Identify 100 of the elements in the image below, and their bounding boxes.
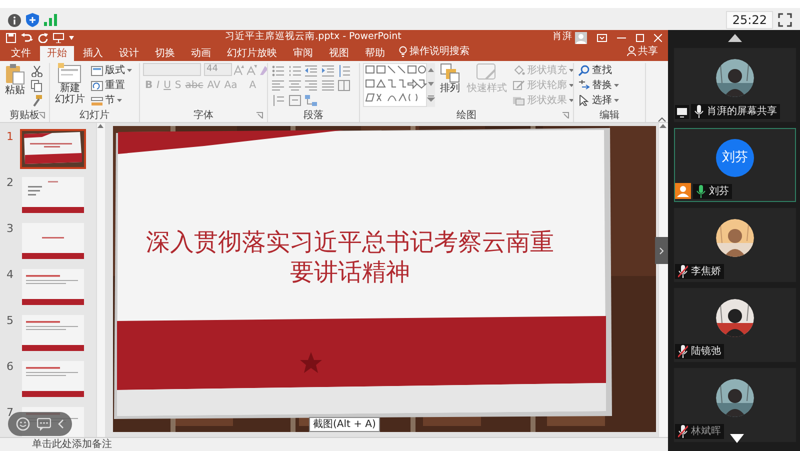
slide-thumbnail[interactable]: [22, 269, 84, 305]
numbering-button[interactable]: [288, 63, 302, 78]
fullscreen-icon[interactable]: [778, 13, 792, 27]
video-tile[interactable]: 林斌晖: [674, 368, 796, 442]
collapse-ribbon-icon[interactable]: [658, 117, 666, 122]
caret-icon[interactable]: [127, 69, 132, 72]
align-right-icon: [305, 80, 317, 92]
align-text-icon: [288, 94, 300, 106]
slide-thumbnail[interactable]: [22, 177, 84, 213]
layout-button[interactable]: 版式: [90, 63, 133, 78]
caret-icon[interactable]: [614, 99, 619, 102]
presentation-icon[interactable]: [53, 32, 64, 42]
maximize-icon[interactable]: [636, 34, 644, 42]
align-text-button[interactable]: [288, 93, 302, 108]
ribbon-tab[interactable]: 插入: [76, 46, 110, 61]
ribbon-display-icon[interactable]: [597, 34, 607, 42]
group-label: 段落: [304, 110, 324, 121]
dialog-launcher-icon[interactable]: [38, 112, 45, 119]
scroll-down-icon[interactable]: [730, 434, 744, 443]
arrange-icon: [440, 63, 460, 83]
lightbulb-icon[interactable]: [399, 46, 407, 56]
line-spacing-button[interactable]: [337, 63, 351, 78]
signal-icon[interactable]: [44, 14, 57, 26]
slide-thumbnail[interactable]: [22, 315, 84, 351]
shapes-gallery[interactable]: [363, 63, 427, 107]
person-icon[interactable]: [626, 46, 636, 56]
grow-font-icon[interactable]: [234, 64, 244, 74]
shield-icon[interactable]: [26, 13, 39, 27]
find-button[interactable]: 查找: [577, 63, 620, 78]
columns-button[interactable]: [337, 78, 351, 93]
paste-button[interactable]: 粘贴: [3, 63, 27, 96]
increase-indent-button[interactable]: [320, 63, 334, 78]
ribbon-tab[interactable]: 视图: [322, 46, 356, 61]
video-tile[interactable]: 李焦娇: [674, 208, 796, 282]
align-left-button[interactable]: [271, 78, 285, 93]
ribbon-tab[interactable]: 文件: [4, 46, 38, 61]
decrease-indent-button[interactable]: [304, 63, 318, 78]
cursor-icon: [578, 95, 590, 106]
muted-mic-icon[interactable]: [678, 425, 688, 438]
video-tile[interactable]: 陆镜弛: [674, 288, 796, 362]
tell-me-search[interactable]: 操作说明搜索: [410, 44, 470, 58]
brush-icon: [31, 94, 43, 106]
video-tile[interactable]: 肖湃的屏幕共享: [674, 48, 796, 122]
save-icon[interactable]: [6, 32, 16, 42]
microphone-icon[interactable]: [694, 105, 704, 118]
microphone-icon[interactable]: [696, 184, 706, 198]
scrollbar[interactable]: [658, 123, 668, 437]
muted-mic-icon[interactable]: [678, 345, 688, 358]
caret-icon[interactable]: [69, 36, 74, 40]
section-button[interactable]: 节: [90, 93, 133, 108]
replace-button[interactable]: 替换: [577, 78, 620, 93]
user-name: 肖湃: [552, 30, 572, 44]
muted-mic-icon[interactable]: [678, 265, 688, 278]
slide-thumbnail[interactable]: [22, 223, 84, 259]
slide-thumbnail[interactable]: [22, 361, 84, 397]
line-spacing-icon: [338, 64, 350, 76]
dialog-launcher-icon[interactable]: [256, 112, 263, 119]
info-icon[interactable]: [8, 14, 21, 26]
ribbon-tab[interactable]: 帮助: [358, 46, 392, 61]
collapse-handle[interactable]: [655, 237, 668, 264]
dialog-launcher-icon[interactable]: [562, 112, 569, 119]
text-direction-icon: [272, 94, 284, 106]
scroll-up-icon[interactable]: [728, 34, 742, 42]
select-button[interactable]: 选择: [577, 93, 620, 108]
cut-button[interactable]: [30, 63, 44, 78]
ribbon-tab[interactable]: 开始: [40, 46, 74, 61]
slide-number: 3: [6, 221, 14, 237]
chat-icon[interactable]: [36, 418, 51, 430]
arrange-button[interactable]: 排列: [438, 63, 462, 94]
undo-icon[interactable]: [21, 32, 33, 42]
copy-button[interactable]: [30, 78, 44, 93]
justify-button[interactable]: [320, 78, 334, 93]
ribbon-tab[interactable]: 动画: [184, 46, 218, 61]
participant-name: 刘芬: [709, 184, 729, 198]
notes-field[interactable]: 单击此处添加备注: [0, 437, 668, 451]
close-icon[interactable]: [654, 34, 662, 42]
chevron-left-icon[interactable]: [58, 419, 64, 429]
new-slide-button[interactable]: 新建 幻灯片: [53, 63, 87, 105]
caret-icon[interactable]: [614, 84, 619, 87]
ribbon-tab[interactable]: 审阅: [286, 46, 320, 61]
smiley-icon[interactable]: [16, 417, 30, 431]
scrollbar[interactable]: [96, 123, 105, 437]
align-right-button[interactable]: [304, 78, 318, 93]
text-direction-button[interactable]: [271, 93, 285, 108]
smartart-button[interactable]: [304, 93, 318, 108]
video-tile[interactable]: 刘芬 刘芬: [674, 128, 796, 202]
ribbon-tab[interactable]: 切换: [148, 46, 182, 61]
ribbon-tab[interactable]: 幻灯片放映: [220, 46, 284, 61]
bullets-button[interactable]: [271, 63, 285, 78]
copy-icon: [31, 80, 43, 92]
center-button[interactable]: [288, 78, 302, 93]
reset-button[interactable]: 重置: [90, 78, 133, 93]
redo-icon[interactable]: [38, 32, 48, 42]
clipboard-icon: [5, 63, 25, 85]
user-icon[interactable]: [575, 32, 587, 44]
shrink-font-icon[interactable]: [246, 64, 256, 74]
share-button[interactable]: 共享: [638, 44, 658, 58]
slide-number: 1: [6, 129, 14, 145]
ribbon-tab[interactable]: 设计: [112, 46, 146, 61]
caret-icon[interactable]: [117, 99, 122, 102]
